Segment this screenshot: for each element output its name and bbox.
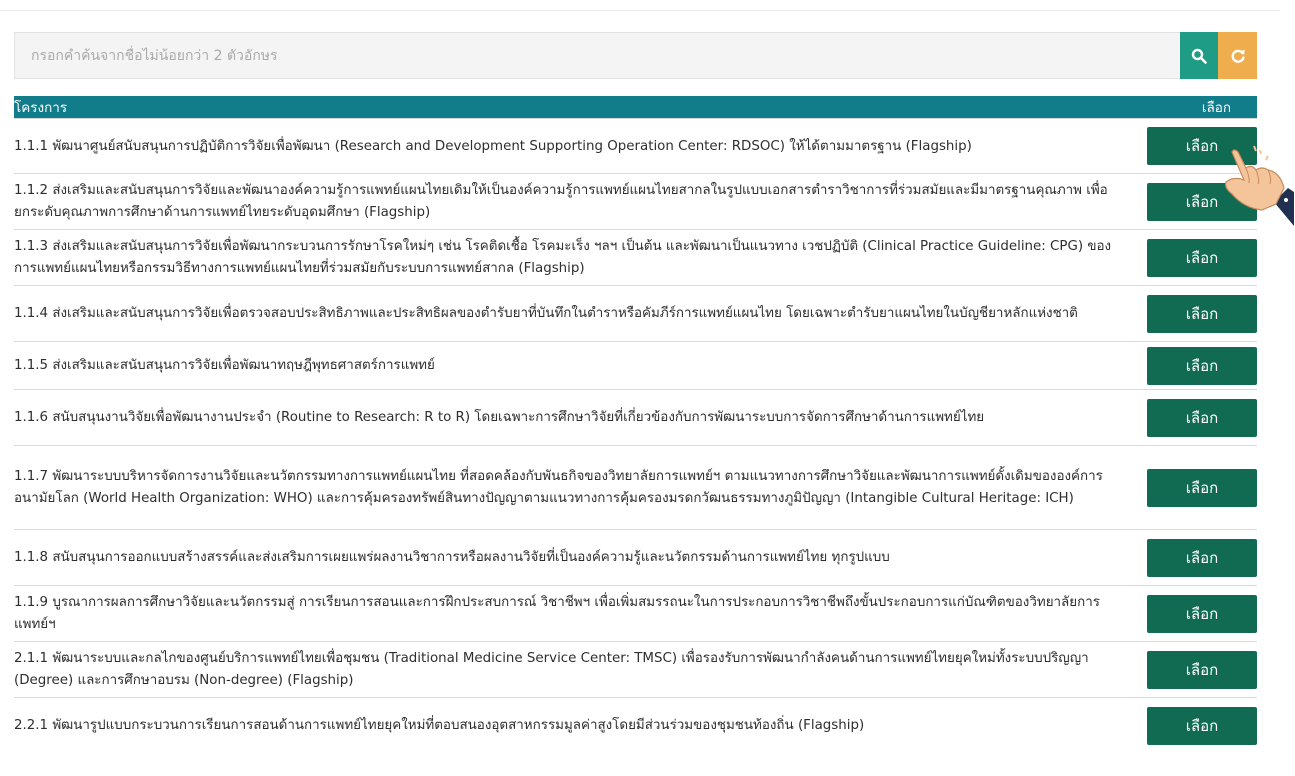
project-name: 1.1.5 ส่งเสริมและสนับสนุนการวิจัยเพื่อพั… [14, 341, 1127, 389]
project-name: 1.1.8 สนับสนุนการออกแบบสร้างสรรค์และส่งเ… [14, 529, 1127, 585]
table-row: 1.1.5 ส่งเสริมและสนับสนุนการวิจัยเพื่อพั… [14, 341, 1257, 389]
table-header-row: โครงการ เลือก [14, 96, 1257, 118]
table-row: 2.2.1 พัฒนารูปแบบกระบวนการเรียนการสอนด้า… [14, 697, 1257, 753]
top-divider [0, 10, 1280, 11]
reset-button[interactable] [1218, 32, 1257, 79]
header-project: โครงการ [14, 96, 1127, 118]
project-name: 1.1.7 พัฒนาระบบบริหารจัดการงานวิจัยและนว… [14, 445, 1127, 529]
project-name: 1.1.2 ส่งเสริมและสนับสนุนการวิจัยและพัฒน… [14, 173, 1127, 229]
project-name: 1.1.4 ส่งเสริมและสนับสนุนการวิจัยเพื่อตร… [14, 285, 1127, 341]
select-button[interactable]: เลือก [1147, 294, 1257, 333]
select-button[interactable]: เลือก [1147, 346, 1257, 385]
search-button[interactable] [1180, 32, 1218, 79]
search-input[interactable] [14, 32, 1180, 79]
table-row: 1.1.4 ส่งเสริมและสนับสนุนการวิจัยเพื่อตร… [14, 285, 1257, 341]
select-button[interactable]: เลือก [1147, 650, 1257, 689]
project-name: 1.1.9 บูรณาการผลการศึกษาวิจัยและนวัตกรรม… [14, 585, 1127, 641]
table-row: 1.1.8 สนับสนุนการออกแบบสร้างสรรค์และส่งเ… [14, 529, 1257, 585]
table-row: 1.1.3 ส่งเสริมและสนับสนุนการวิจัยเพื่อพั… [14, 229, 1257, 285]
table-row: 1.1.7 พัฒนาระบบบริหารจัดการงานวิจัยและนว… [14, 445, 1257, 529]
project-name: 1.1.1 พัฒนาศูนย์สนับสนุนการปฏิบัติการวิจ… [14, 118, 1127, 173]
select-button[interactable]: เลือก [1147, 594, 1257, 633]
table-row: 1.1.1 พัฒนาศูนย์สนับสนุนการปฏิบัติการวิจ… [14, 118, 1257, 173]
project-name: 1.1.3 ส่งเสริมและสนับสนุนการวิจัยเพื่อพั… [14, 229, 1127, 285]
refresh-icon [1231, 49, 1245, 63]
select-button[interactable]: เลือก [1147, 538, 1257, 577]
table-row: 2.1.1 พัฒนาระบบและกลไกของศูนย์บริการแพทย… [14, 641, 1257, 697]
select-button[interactable]: เลือก [1147, 398, 1257, 437]
table-row: 1.1.6 สนับสนุนงานวิจัยเพื่อพัฒนางานประจำ… [14, 389, 1257, 445]
select-button[interactable]: เลือก [1147, 468, 1257, 507]
pointing-hand-icon [1225, 145, 1294, 226]
search-icon [1191, 48, 1207, 64]
table-row: 1.1.2 ส่งเสริมและสนับสนุนการวิจัยและพัฒน… [14, 173, 1257, 229]
project-table: โครงการ เลือก 1.1.1 พัฒนาศูนย์สนับสนุนกา… [14, 96, 1257, 753]
search-bar [14, 32, 1257, 79]
project-name: 2.1.1 พัฒนาระบบและกลไกของศูนย์บริการแพทย… [14, 641, 1127, 697]
header-select: เลือก [1127, 96, 1257, 118]
select-button[interactable]: เลือก [1147, 706, 1257, 745]
select-button[interactable]: เลือก [1147, 238, 1257, 277]
project-name: 1.1.6 สนับสนุนงานวิจัยเพื่อพัฒนางานประจำ… [14, 389, 1127, 445]
project-name: 2.2.1 พัฒนารูปแบบกระบวนการเรียนการสอนด้า… [14, 697, 1127, 753]
table-row: 1.1.9 บูรณาการผลการศึกษาวิจัยและนวัตกรรม… [14, 585, 1257, 641]
